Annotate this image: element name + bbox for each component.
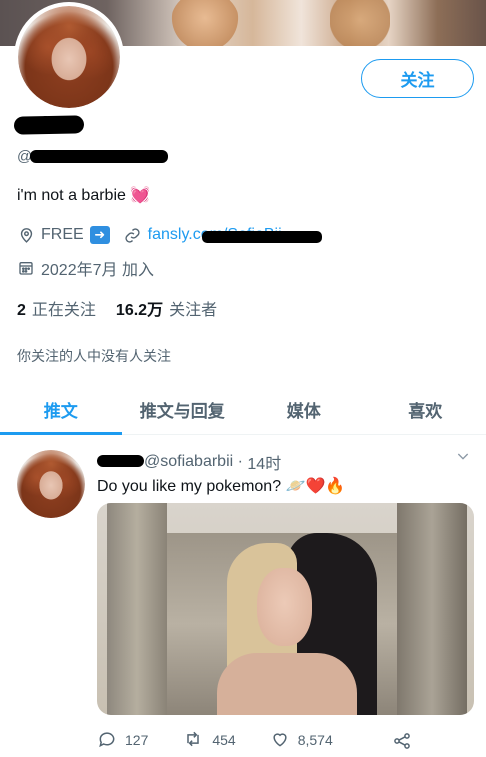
calendar-icon bbox=[17, 259, 35, 277]
follow-button[interactable]: 关注 bbox=[361, 59, 474, 98]
avatar-image bbox=[18, 6, 120, 108]
joined-text: 2022年7月 加入 bbox=[41, 262, 154, 279]
redaction-mark bbox=[30, 150, 168, 163]
followers-stat[interactable]: 16.2万 关注者 bbox=[116, 296, 217, 320]
profile-bio: i'm not a barbie 💓 bbox=[17, 185, 150, 205]
reply-icon bbox=[97, 729, 125, 752]
retweet-count: 454 bbox=[212, 732, 236, 748]
heart-emoji-icon: 💓 bbox=[130, 187, 151, 204]
following-count: 2 bbox=[17, 302, 26, 319]
link-icon bbox=[124, 226, 142, 244]
like-count: 8,574 bbox=[297, 732, 333, 748]
tab-tweets-replies[interactable]: 推文与回复 bbox=[122, 385, 244, 434]
image-detail bbox=[107, 503, 167, 715]
tweet-actions: 127 454 8,574 bbox=[97, 728, 427, 752]
image-detail bbox=[217, 653, 357, 715]
tweet-text: Do you like my pokemon? 🪐❤️🔥 bbox=[97, 478, 346, 495]
tweet-media-image[interactable] bbox=[97, 503, 474, 715]
redaction-mark bbox=[202, 231, 322, 243]
profile-avatar[interactable] bbox=[14, 2, 124, 112]
following-label: 正在关注 bbox=[31, 302, 96, 319]
followers-you-know[interactable]: 你关注的人中没有人关注 bbox=[17, 346, 171, 366]
tweet-author-handle[interactable]: @sofiabarbii bbox=[144, 453, 233, 471]
share-icon[interactable] bbox=[392, 731, 412, 756]
like-icon bbox=[270, 729, 298, 752]
image-detail bbox=[397, 503, 467, 715]
tweet-time[interactable]: 14时 bbox=[247, 450, 281, 474]
profile-tabs: 推文 推文与回复 媒体 喜欢 bbox=[0, 385, 486, 435]
redaction-mark bbox=[97, 455, 144, 467]
joined-date-row: 2022年7月 加入 bbox=[17, 258, 154, 279]
follow-stats: 2 正在关注 16.2万 关注者 bbox=[17, 296, 217, 320]
location-text: FREE bbox=[41, 226, 84, 243]
banner-decoration bbox=[330, 0, 390, 46]
arrow-right-icon: ➜ bbox=[89, 226, 110, 244]
bio-text: i'm not a barbie bbox=[17, 187, 126, 204]
tweet-author-avatar[interactable] bbox=[17, 450, 85, 518]
following-stat[interactable]: 2 正在关注 bbox=[17, 296, 96, 320]
reply-button[interactable]: 127 bbox=[97, 729, 148, 752]
tab-tweets[interactable]: 推文 bbox=[0, 385, 122, 435]
tweet-separator: · bbox=[233, 453, 248, 470]
location-icon bbox=[17, 226, 35, 244]
like-button[interactable]: 8,574 bbox=[270, 729, 333, 752]
avatar-image bbox=[17, 450, 85, 518]
image-detail bbox=[257, 568, 312, 646]
redaction-mark bbox=[13, 115, 85, 135]
chevron-down-icon[interactable] bbox=[455, 448, 471, 469]
tab-likes[interactable]: 喜欢 bbox=[365, 385, 486, 434]
followers-count: 16.2万 bbox=[115, 302, 164, 319]
retweet-icon bbox=[182, 729, 212, 752]
followers-label: 关注者 bbox=[169, 302, 218, 319]
reply-count: 127 bbox=[125, 732, 149, 748]
tab-media[interactable]: 媒体 bbox=[243, 385, 365, 434]
banner-decoration bbox=[170, 0, 240, 46]
retweet-button[interactable]: 454 bbox=[182, 729, 236, 752]
